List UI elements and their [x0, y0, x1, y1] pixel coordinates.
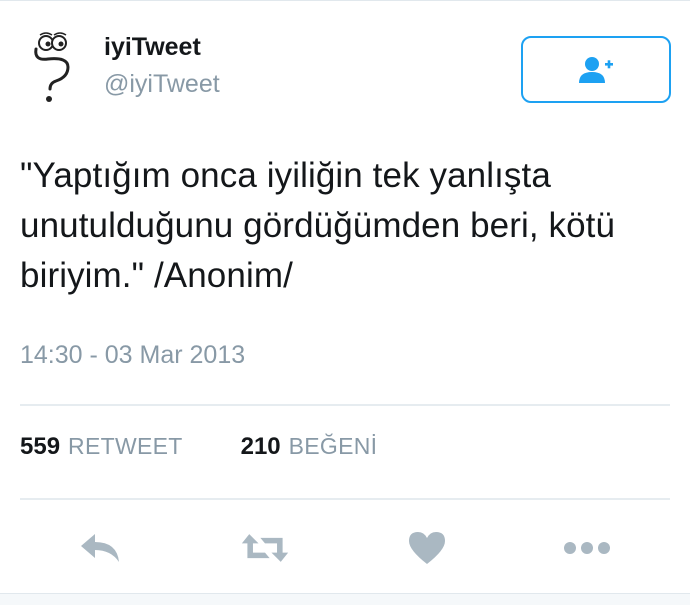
more-button[interactable]: [562, 523, 612, 573]
retweet-count: 559: [20, 433, 61, 460]
like-icon: [409, 532, 445, 564]
divider: [20, 498, 670, 500]
tweet-text-line: unutulduğunu gördüğümden beri, kötü: [20, 206, 616, 245]
reply-button[interactable]: [76, 523, 126, 573]
tweet-text: "Yaptığım onca iyiliğin tek yanlışta unu…: [20, 151, 660, 301]
tweet-timestamp[interactable]: 14:30 - 03 Mar 2013: [20, 341, 245, 370]
like-stat[interactable]: 210 BEĞENİ: [241, 433, 378, 461]
follow-button[interactable]: [521, 36, 671, 103]
tweet-stats: 559 RETWEET 210 BEĞENİ: [20, 433, 435, 461]
avatar[interactable]: [28, 31, 84, 103]
tweet-card: iyiTweet @iyiTweet "Yaptığım onca iyiliğ…: [0, 0, 690, 594]
like-count: 210: [240, 433, 281, 460]
retweet-button[interactable]: [240, 523, 290, 573]
retweet-label: RETWEET: [68, 433, 183, 459]
tweet-actions: [0, 523, 690, 573]
user-display-name[interactable]: iyiTweet: [104, 33, 201, 62]
follow-user-icon: [579, 56, 613, 83]
avatar-question-mark-icon: [34, 32, 70, 102]
tweet-text-line: biriyim." /Anonim/: [20, 256, 293, 295]
divider: [20, 404, 670, 406]
more-icon: [564, 542, 610, 554]
reply-icon: [81, 534, 119, 562]
like-label: BEĞENİ: [288, 433, 378, 459]
user-handle[interactable]: @iyiTweet: [104, 70, 220, 99]
tweet-text-line: "Yaptığım onca iyiliğin tek yanlışta: [20, 156, 551, 195]
like-button[interactable]: [402, 523, 452, 573]
retweet-icon: [241, 534, 289, 562]
retweet-stat[interactable]: 559 RETWEET: [20, 433, 183, 461]
